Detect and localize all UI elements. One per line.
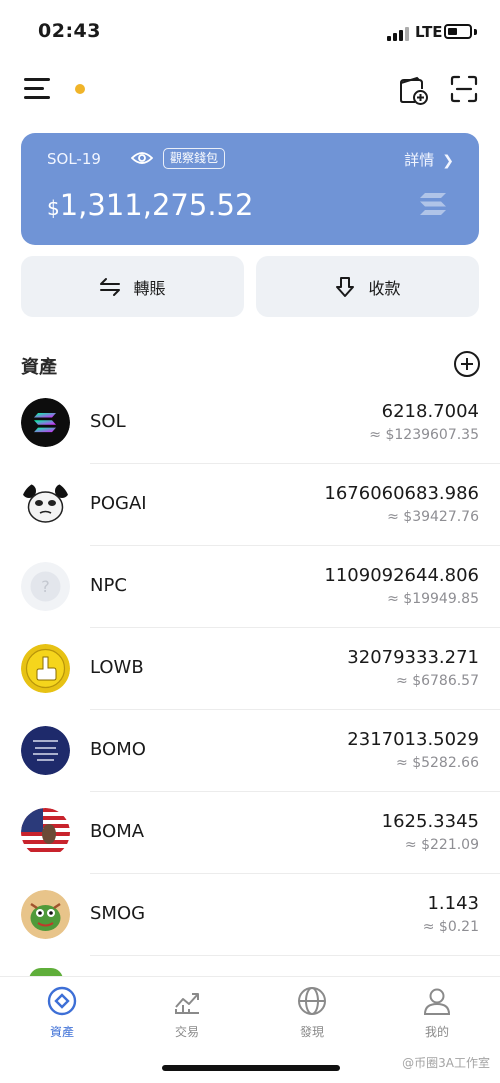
trade-chart-icon <box>175 993 199 1014</box>
transfer-button[interactable]: 轉賬 <box>21 256 244 317</box>
asset-row-sol[interactable]: SOL 6218.7004 ≈ $1239607.35 <box>0 382 500 464</box>
balance-amount: 1,311,275.52 <box>59 188 254 222</box>
watch-only-badge: 觀察錢包 <box>163 148 226 169</box>
unknown-token-logo-icon: ? <box>21 562 70 611</box>
asset-amount: 1625.3345 <box>381 811 479 832</box>
battery-tip <box>474 29 477 35</box>
home-indicator <box>162 1065 340 1071</box>
chevron-right-icon: ❯ <box>442 153 454 169</box>
dragon-logo-icon <box>21 890 70 939</box>
receive-icon <box>336 276 355 297</box>
tab-label: 我的 <box>424 1025 449 1039</box>
row-divider <box>90 955 500 956</box>
tab-trade[interactable]: 交易 <box>152 985 222 1047</box>
asset-amount: 1676060683.986 <box>324 483 479 504</box>
wallet-name: SOL-19 <box>47 150 101 168</box>
signal-icon <box>387 27 409 41</box>
details-link[interactable]: 詳情 ❯ <box>404 149 454 170</box>
tab-assets[interactable]: 資產 <box>27 985 97 1047</box>
assets-header: 資產 <box>21 350 481 380</box>
asset-amount: 2317013.5029 <box>347 729 479 750</box>
asset-symbol: NPC <box>90 575 127 596</box>
asset-row-npc[interactable]: ? NPC 1109092644.806 ≈ $19949.85 <box>0 546 500 628</box>
receive-button[interactable]: 收款 <box>256 256 479 317</box>
asset-symbol: LOWB <box>90 657 144 678</box>
gold-coin-logo-icon <box>21 644 70 693</box>
status-bar: 02:43 LTE <box>0 0 500 62</box>
svg-text:?: ? <box>41 577 50 596</box>
book-cover-logo-icon <box>21 726 70 775</box>
tab-label: 發現 <box>299 1025 324 1039</box>
top-bar <box>0 66 500 114</box>
asset-value: ≈ $19949.85 <box>387 591 479 607</box>
currency-symbol: $ <box>47 196 60 220</box>
details-label: 詳情 <box>404 151 435 169</box>
profile-icon <box>423 988 451 1015</box>
scan-icon[interactable] <box>449 74 479 104</box>
asset-row-lowb[interactable]: LOWB 32079333.271 ≈ $6786.57 <box>0 628 500 710</box>
asset-amount: 6218.7004 <box>381 401 479 422</box>
asset-symbol: POGAI <box>90 493 147 514</box>
solana-watermark-icon <box>420 193 446 215</box>
transfer-label: 轉賬 <box>133 278 166 298</box>
solana-logo-icon <box>21 398 70 447</box>
wallet-balance: $1,311,275.52 <box>47 188 253 222</box>
eye-icon[interactable] <box>131 150 153 166</box>
us-flag-logo-icon <box>21 808 70 857</box>
asset-row-bomo[interactable]: BOMO 2317013.5029 ≈ $5282.66 <box>0 710 500 792</box>
asset-amount: 32079333.271 <box>347 647 479 668</box>
add-asset-icon[interactable] <box>453 350 481 378</box>
receive-label: 收款 <box>368 278 401 298</box>
asset-symbol: SMOG <box>90 903 146 924</box>
asset-value: ≈ $221.09 <box>404 837 479 853</box>
asset-row-smog[interactable]: SMOG 1.143 ≈ $0.21 <box>0 874 500 956</box>
watermark-text: @币圈3A工作室 <box>402 1056 490 1070</box>
asset-amount: 1.143 <box>427 893 479 914</box>
assets-icon <box>47 986 77 1016</box>
assets-title: 資產 <box>21 357 57 378</box>
asset-value: ≈ $0.21 <box>422 919 479 935</box>
add-wallet-icon[interactable] <box>397 74 429 106</box>
notification-dot <box>75 84 85 94</box>
tab-label: 資產 <box>49 1025 74 1039</box>
asset-row-boma[interactable]: BOMA 1625.3345 ≈ $221.09 <box>0 792 500 874</box>
asset-value: ≈ $6786.57 <box>396 673 479 689</box>
asset-row-pogai[interactable]: POGAI 1676060683.986 ≈ $39427.76 <box>0 464 500 546</box>
tab-profile[interactable]: 我的 <box>402 985 472 1047</box>
status-time: 02:43 <box>38 20 101 42</box>
asset-value: ≈ $5282.66 <box>396 755 479 771</box>
bottom-tab-bar: 資產 交易 發現 我的 @币圈3A工作室 <box>0 976 500 1083</box>
tab-discover[interactable]: 發現 <box>277 985 347 1047</box>
asset-symbol: BOMA <box>90 821 145 842</box>
asset-amount: 1109092644.806 <box>324 565 479 586</box>
asset-value: ≈ $1239607.35 <box>369 427 479 443</box>
asset-value: ≈ $39427.76 <box>387 509 479 525</box>
network-label: LTE <box>415 23 443 41</box>
globe-icon <box>298 987 326 1015</box>
panda-meme-logo-icon <box>21 480 70 529</box>
asset-symbol: SOL <box>90 411 126 432</box>
asset-symbol: BOMO <box>90 739 146 760</box>
tab-label: 交易 <box>174 1025 199 1039</box>
menu-icon[interactable] <box>24 78 50 100</box>
wallet-card[interactable]: SOL-19 觀察錢包 詳情 ❯ $1,311,275.52 <box>21 133 479 245</box>
transfer-icon <box>100 277 121 296</box>
battery-icon <box>444 24 472 39</box>
